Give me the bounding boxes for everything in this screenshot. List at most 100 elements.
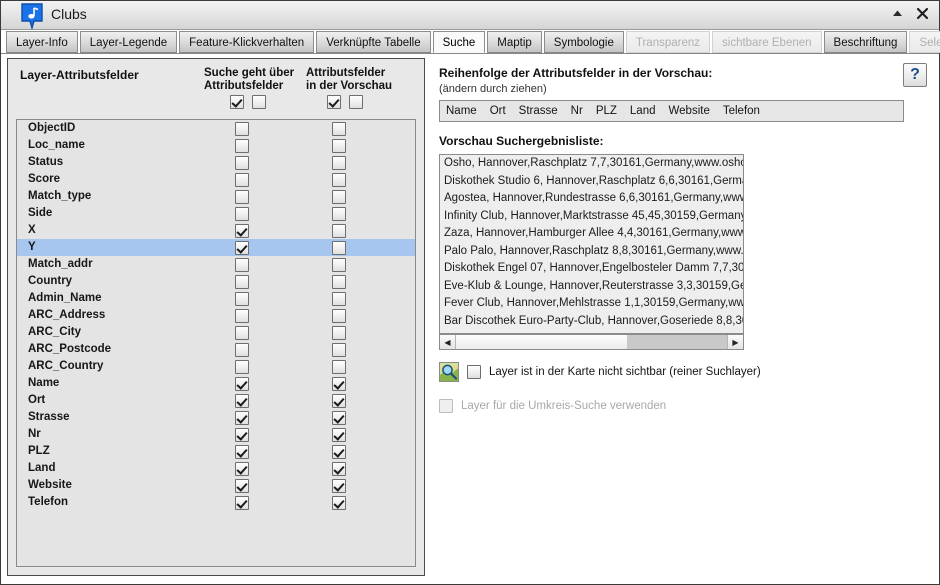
- invisible-layer-label[interactable]: Layer ist in der Karte nicht sichtbar (r…: [489, 366, 761, 378]
- scrollbar-track[interactable]: [456, 335, 727, 349]
- field-preview-checkbox[interactable]: [332, 275, 346, 289]
- field-search-checkbox[interactable]: [235, 173, 249, 187]
- tab-verkn-pfte-tabelle[interactable]: Verknüpfte Tabelle: [316, 31, 431, 53]
- scroll-right-arrow-icon[interactable]: ▶: [727, 335, 743, 349]
- field-search-checkbox[interactable]: [235, 258, 249, 272]
- field-preview-checkbox[interactable]: [332, 224, 346, 238]
- table-row[interactable]: Y: [17, 239, 415, 256]
- order-item[interactable]: Website: [669, 105, 710, 117]
- field-search-checkbox[interactable]: [235, 428, 249, 442]
- table-row[interactable]: Name: [17, 375, 415, 392]
- help-button[interactable]: ?: [903, 63, 927, 87]
- list-item[interactable]: Infinity Club, Hannover,Marktstrasse 45,…: [440, 208, 743, 226]
- scroll-left-arrow-icon[interactable]: ◀: [440, 335, 456, 349]
- order-item[interactable]: Ort: [490, 105, 506, 117]
- order-item[interactable]: Land: [630, 105, 656, 117]
- preview-uncheck-all-checkbox[interactable]: [349, 95, 363, 109]
- list-item[interactable]: Agostea, Hannover,Rundestrasse 6,6,30161…: [440, 190, 743, 208]
- tab-maptip[interactable]: Maptip: [487, 31, 542, 53]
- table-row[interactable]: Telefon: [17, 494, 415, 511]
- collapse-icon[interactable]: [890, 6, 905, 21]
- table-row[interactable]: Match_type: [17, 188, 415, 205]
- table-row[interactable]: Land: [17, 460, 415, 477]
- field-preview-checkbox[interactable]: [332, 479, 346, 493]
- field-preview-checkbox[interactable]: [332, 258, 346, 272]
- field-preview-checkbox[interactable]: [332, 139, 346, 153]
- tab-symbologie[interactable]: Symbologie: [543, 31, 624, 53]
- list-item[interactable]: Diskothek Studio 6, Hannover,Raschplatz …: [440, 173, 743, 191]
- preview-horizontal-scrollbar[interactable]: ◀ ▶: [439, 334, 744, 350]
- field-search-checkbox[interactable]: [235, 241, 249, 255]
- field-search-checkbox[interactable]: [235, 496, 249, 510]
- list-item[interactable]: Osho, Hannover,Raschplatz 7,7,30161,Germ…: [440, 155, 743, 173]
- field-preview-checkbox[interactable]: [332, 309, 346, 323]
- table-row[interactable]: Admin_Name: [17, 290, 415, 307]
- list-item[interactable]: Palo Palo, Hannover,Raschplatz 8,8,30161…: [440, 243, 743, 261]
- field-search-checkbox[interactable]: [235, 275, 249, 289]
- field-search-checkbox[interactable]: [235, 462, 249, 476]
- table-row[interactable]: Website: [17, 477, 415, 494]
- field-search-checkbox[interactable]: [235, 377, 249, 391]
- field-preview-checkbox[interactable]: [332, 411, 346, 425]
- field-search-checkbox[interactable]: [235, 122, 249, 136]
- field-preview-checkbox[interactable]: [332, 377, 346, 391]
- field-search-checkbox[interactable]: [235, 224, 249, 238]
- field-preview-checkbox[interactable]: [332, 122, 346, 136]
- field-preview-checkbox[interactable]: [332, 343, 346, 357]
- preview-check-all-checkbox[interactable]: [327, 95, 341, 109]
- list-item[interactable]: Bar Discothek Euro-Party-Club, Hannover,…: [440, 313, 743, 331]
- table-row[interactable]: X: [17, 222, 415, 239]
- field-preview-checkbox[interactable]: [332, 445, 346, 459]
- table-row[interactable]: Match_addr: [17, 256, 415, 273]
- order-item[interactable]: Strasse: [519, 105, 558, 117]
- field-search-checkbox[interactable]: [235, 309, 249, 323]
- field-preview-checkbox[interactable]: [332, 190, 346, 204]
- list-item[interactable]: Fever Club, Hannover,Mehlstrasse 1,1,301…: [440, 295, 743, 313]
- table-row[interactable]: Nr: [17, 426, 415, 443]
- search-check-all-checkbox[interactable]: [230, 95, 244, 109]
- table-row[interactable]: Ort: [17, 392, 415, 409]
- field-preview-checkbox[interactable]: [332, 207, 346, 221]
- table-row[interactable]: Loc_name: [17, 137, 415, 154]
- field-preview-checkbox[interactable]: [332, 394, 346, 408]
- field-order-bar[interactable]: Name Ort Strasse Nr PLZ Land Website Telefon: [439, 100, 904, 122]
- scrollbar-remainder[interactable]: [626, 335, 727, 349]
- table-row[interactable]: Country: [17, 273, 415, 290]
- tab-suche[interactable]: Suche: [432, 31, 486, 53]
- field-search-checkbox[interactable]: [235, 360, 249, 374]
- attribute-field-list[interactable]: ObjectID Loc_name Status Score Match_type Sid…: [16, 119, 416, 567]
- field-search-checkbox[interactable]: [235, 190, 249, 204]
- list-item[interactable]: Eve-Klub & Lounge, Hannover,Reuterstrass…: [440, 278, 743, 296]
- field-preview-checkbox[interactable]: [332, 156, 346, 170]
- table-row[interactable]: PLZ: [17, 443, 415, 460]
- tab-feature-klickverhalten[interactable]: Feature-Klickverhalten: [179, 31, 315, 53]
- tab-layer-legende[interactable]: Layer-Legende: [79, 31, 178, 53]
- field-preview-checkbox[interactable]: [332, 360, 346, 374]
- scrollbar-thumb[interactable]: [456, 335, 627, 349]
- field-search-checkbox[interactable]: [235, 411, 249, 425]
- field-preview-checkbox[interactable]: [332, 496, 346, 510]
- preview-results-list[interactable]: Osho, Hannover,Raschplatz 7,7,30161,Germ…: [439, 154, 744, 334]
- field-search-checkbox[interactable]: [235, 326, 249, 340]
- field-search-checkbox[interactable]: [235, 394, 249, 408]
- table-row[interactable]: Strasse: [17, 409, 415, 426]
- table-row[interactable]: ARC_City: [17, 324, 415, 341]
- tab-layer-info[interactable]: Layer-Info: [6, 31, 78, 53]
- field-search-checkbox[interactable]: [235, 292, 249, 306]
- list-item[interactable]: Diskothek Engel 07, Hannover,Engelbostel…: [440, 260, 743, 278]
- table-row[interactable]: ARC_Country: [17, 358, 415, 375]
- field-preview-checkbox[interactable]: [332, 241, 346, 255]
- field-preview-checkbox[interactable]: [332, 326, 346, 340]
- order-item[interactable]: Name: [446, 105, 477, 117]
- field-preview-checkbox[interactable]: [332, 173, 346, 187]
- table-row[interactable]: ARC_Postcode: [17, 341, 415, 358]
- field-search-checkbox[interactable]: [235, 479, 249, 493]
- map-search-icon[interactable]: [439, 362, 459, 382]
- order-item[interactable]: Nr: [571, 105, 583, 117]
- order-item[interactable]: Telefon: [723, 105, 760, 117]
- field-search-checkbox[interactable]: [235, 156, 249, 170]
- field-search-checkbox[interactable]: [235, 207, 249, 221]
- field-preview-checkbox[interactable]: [332, 428, 346, 442]
- field-preview-checkbox[interactable]: [332, 292, 346, 306]
- invisible-layer-checkbox[interactable]: [467, 365, 481, 379]
